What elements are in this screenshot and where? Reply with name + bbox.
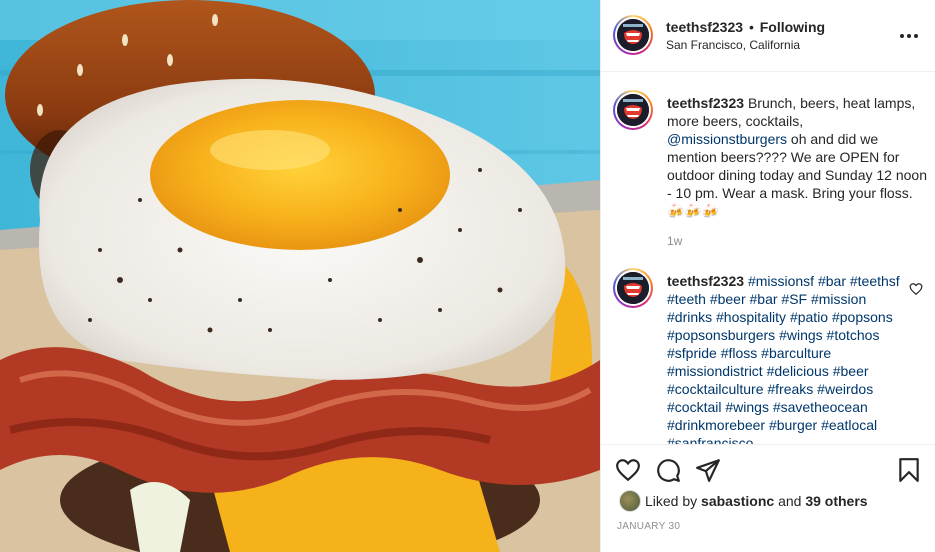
heart-outline-icon — [909, 283, 923, 296]
comment-avatar[interactable] — [613, 268, 653, 308]
liker-avatar[interactable] — [619, 490, 641, 512]
caption-age[interactable]: 1w — [667, 234, 682, 248]
post-photo[interactable] — [0, 0, 600, 552]
post-side-panel: teethsf2323 • Following San Francisco, C… — [600, 0, 935, 552]
others-link[interactable]: 39 others — [805, 493, 867, 509]
comment-like-button[interactable] — [909, 282, 923, 296]
likes-prefix: Liked by — [645, 493, 702, 509]
action-bar: Liked by sabastionc and 39 others JANUAR… — [601, 445, 935, 552]
hashtag-comment: teethsf2323 #missionsf #bar #teethsf #te… — [667, 272, 907, 444]
paper-plane-icon — [696, 459, 720, 482]
likes-middle: and — [774, 493, 806, 509]
follow-status-button[interactable]: Following — [760, 19, 825, 35]
more-horizontal-icon — [900, 34, 918, 38]
caption-username[interactable]: teethsf2323 — [667, 95, 744, 111]
comments-list[interactable]: teethsf2323 Brunch, beers, heat lamps, m… — [601, 72, 935, 445]
like-button[interactable] — [615, 457, 641, 483]
post-header: teethsf2323 • Following San Francisco, C… — [601, 0, 935, 72]
teeth-logo-icon — [617, 19, 649, 51]
location-link[interactable]: San Francisco, California — [666, 38, 800, 52]
post-date[interactable]: JANUARY 30 — [617, 521, 680, 532]
teeth-logo-icon — [617, 272, 649, 304]
share-button[interactable] — [695, 457, 721, 483]
heart-icon — [616, 459, 640, 482]
burger-photo-image — [0, 0, 600, 552]
more-options-button[interactable] — [897, 27, 921, 45]
save-button[interactable] — [896, 457, 922, 483]
avatar[interactable] — [613, 15, 653, 55]
likes-summary: Liked by sabastionc and 39 others — [645, 493, 868, 509]
liker-username[interactable]: sabastionc — [701, 493, 774, 509]
separator-dot: • — [748, 19, 754, 35]
caption-text: teethsf2323 Brunch, beers, heat lamps, m… — [667, 94, 927, 220]
caption-avatar[interactable] — [613, 90, 653, 130]
hashtags-link[interactable]: #missionsf #bar #teethsf #teeth #beer #b… — [667, 273, 900, 444]
comment-icon — [657, 459, 680, 482]
comment-button[interactable] — [655, 457, 681, 483]
teeth-logo-icon — [617, 94, 649, 126]
bookmark-icon — [899, 458, 919, 482]
header-username[interactable]: teethsf2323 — [666, 19, 743, 35]
mention-link[interactable]: @missionstburgers — [667, 131, 787, 147]
comment-username[interactable]: teethsf2323 — [667, 273, 744, 289]
